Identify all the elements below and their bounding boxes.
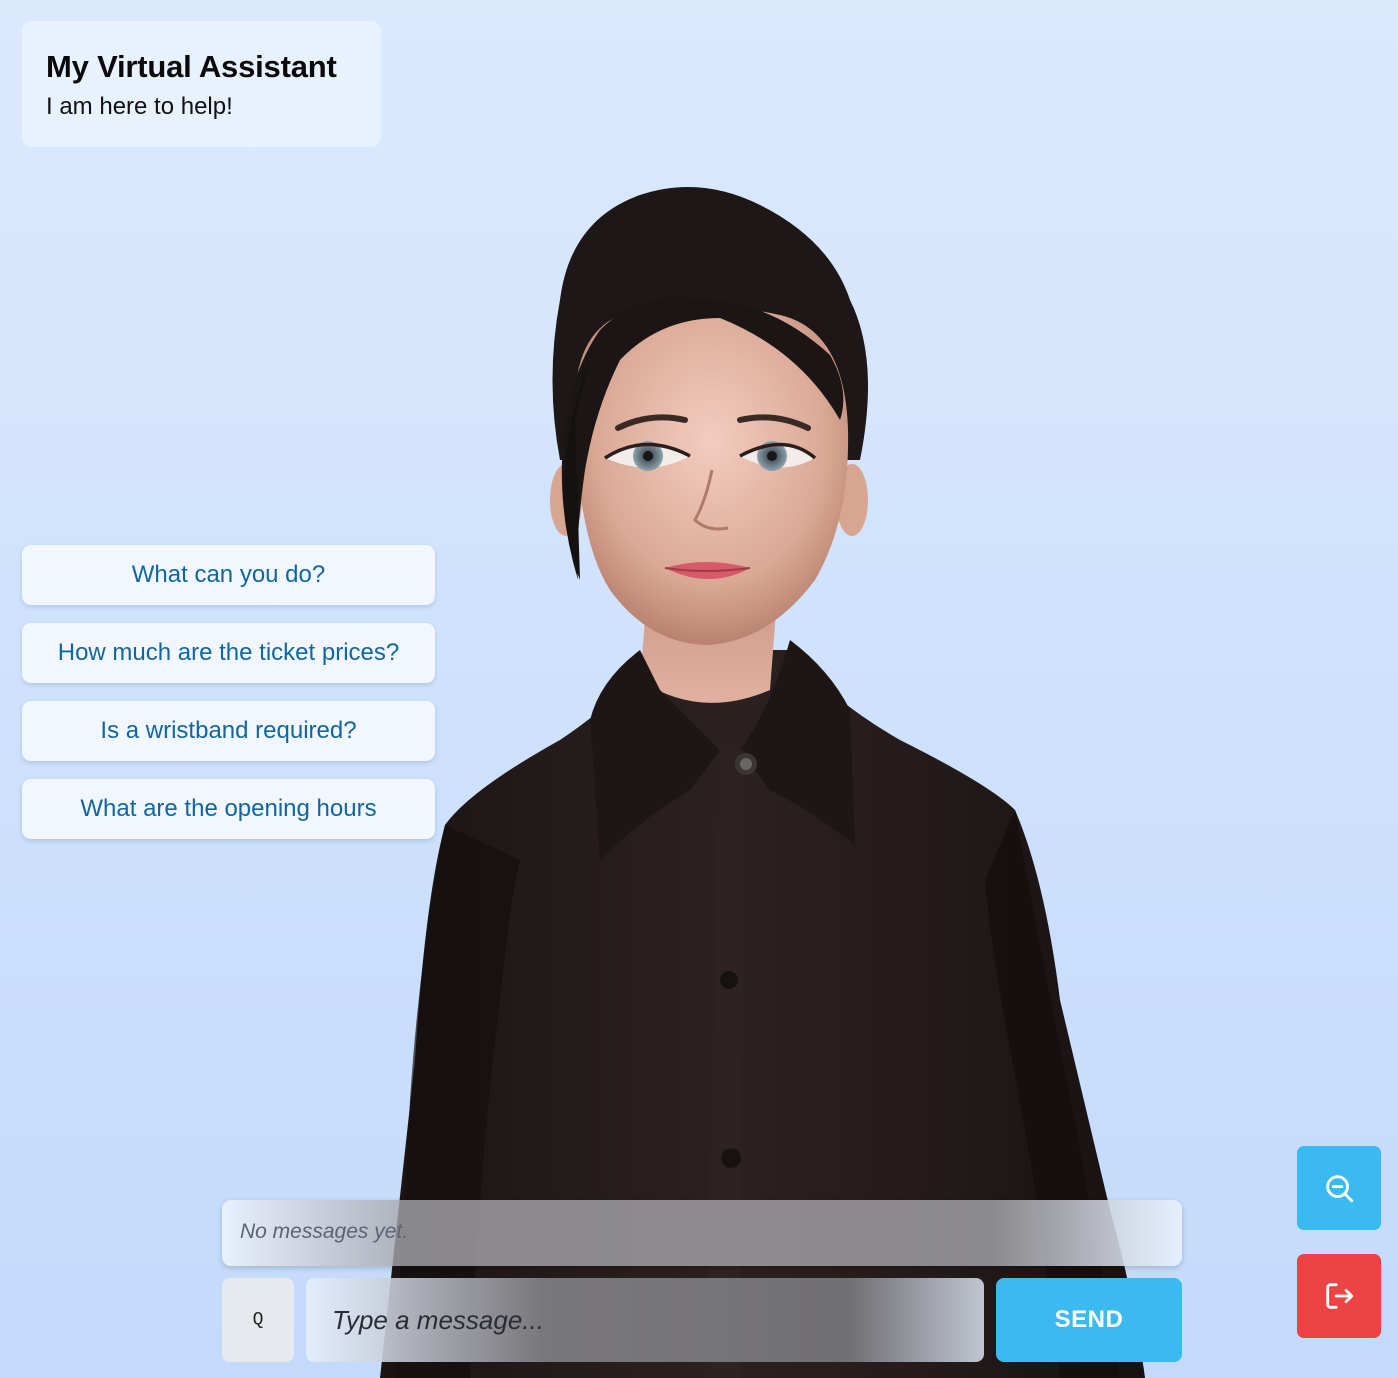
suggested-question-what-can-you-do[interactable]: What can you do? bbox=[22, 545, 435, 605]
assistant-header-card: My Virtual Assistant I am here to help! bbox=[22, 21, 381, 147]
suggested-questions: What can you do? How much are the ticket… bbox=[22, 545, 435, 857]
send-button[interactable]: SEND bbox=[996, 1278, 1182, 1362]
empty-messages-text: No messages yet. bbox=[240, 1220, 409, 1243]
message-input[interactable] bbox=[306, 1278, 984, 1362]
suggested-question-ticket-prices[interactable]: How much are the ticket prices? bbox=[22, 623, 435, 683]
suggested-question-opening-hours[interactable]: What are the opening hours bbox=[22, 779, 435, 839]
q-button[interactable]: Q bbox=[222, 1278, 294, 1362]
exit-button[interactable] bbox=[1297, 1254, 1381, 1338]
zoom-out-icon bbox=[1326, 1175, 1354, 1203]
assistant-scene: My Virtual Assistant I am here to help! … bbox=[0, 0, 1398, 1378]
assistant-subtitle: I am here to help! bbox=[46, 93, 233, 120]
assistant-title: My Virtual Assistant bbox=[46, 49, 337, 84]
logout-icon bbox=[1326, 1283, 1354, 1309]
suggested-question-wristband[interactable]: Is a wristband required? bbox=[22, 701, 435, 761]
message-history: No messages yet. bbox=[222, 1200, 1182, 1266]
zoom-out-button[interactable] bbox=[1297, 1146, 1381, 1230]
